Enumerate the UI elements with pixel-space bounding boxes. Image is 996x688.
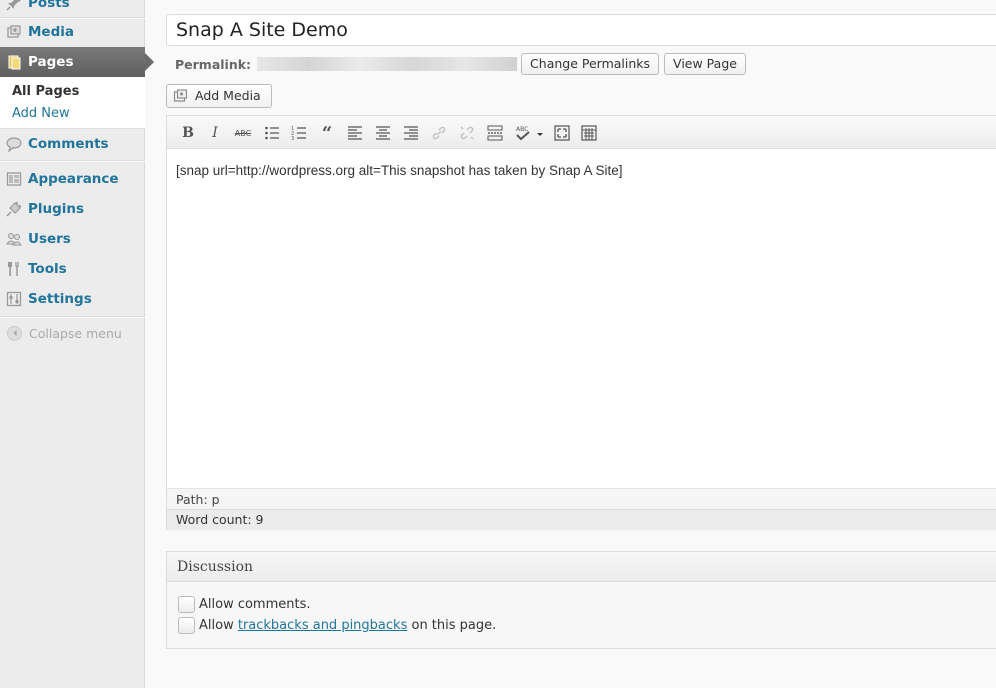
discussion-title[interactable]: Discussion	[167, 552, 996, 582]
collapse-menu[interactable]: Collapse menu	[0, 322, 145, 344]
editor-content[interactable]: [snap url=http://wordpress.org alt=This …	[176, 163, 623, 178]
add-media-button[interactable]: Add Media	[166, 84, 272, 108]
editor-toolbar: B I ABC 123 “ ABC	[167, 116, 996, 149]
view-page-button[interactable]: View Page	[664, 53, 746, 75]
submenu-add-new[interactable]: Add New	[12, 106, 70, 121]
appearance-icon	[6, 171, 22, 187]
svg-text:3: 3	[291, 136, 294, 141]
media-icon	[173, 88, 189, 104]
current-menu-arrow	[145, 53, 154, 71]
allow-pings-suffix: on this page.	[411, 618, 497, 633]
align-left-button[interactable]	[345, 123, 365, 143]
allow-comments-label: Allow comments.	[199, 597, 311, 612]
insert-more-icon[interactable]	[485, 123, 505, 143]
allow-comments-checkbox[interactable]	[178, 596, 195, 613]
menu-label: Plugins	[28, 201, 85, 217]
menu-posts[interactable]: Posts	[0, 0, 145, 18]
remove-link-icon[interactable]	[457, 123, 477, 143]
discussion-box: Discussion Allow comments. Allow trackba…	[166, 551, 996, 649]
media-icon	[6, 24, 22, 40]
menu-label: Tools	[28, 261, 67, 277]
bold-button[interactable]: B	[178, 123, 198, 143]
permalink-label: Permalink:	[175, 56, 252, 72]
main-content: Snap A Site Demo Permalink: Change Perma…	[166, 0, 996, 688]
menu-pages[interactable]: Pages	[0, 47, 154, 77]
users-icon	[6, 231, 22, 247]
menu-users[interactable]: Users	[0, 224, 145, 254]
menu-label: Media	[28, 24, 74, 40]
allow-pings-checkbox[interactable]	[178, 617, 195, 634]
collapse-label: Collapse menu	[29, 325, 122, 341]
submenu-all-pages[interactable]: All Pages	[12, 84, 79, 99]
permalink-url-redacted[interactable]	[257, 57, 518, 71]
allow-pings-prefix: Allow	[199, 618, 234, 633]
align-center-button[interactable]	[373, 123, 393, 143]
pages-icon	[6, 54, 22, 70]
blockquote-button[interactable]: “	[317, 123, 337, 144]
permalink-row: Permalink: Change Permalinks View Page	[175, 52, 746, 76]
strikethrough-button[interactable]: ABC	[233, 123, 253, 143]
menu-plugins[interactable]: Plugins	[0, 194, 145, 224]
allow-pings-row: Allow trackbacks and pingbacks on this p…	[178, 617, 496, 634]
spellcheck-icon[interactable]: ABC	[513, 123, 547, 143]
allow-comments-row: Allow comments.	[178, 596, 311, 613]
menu-tools[interactable]: Tools	[0, 254, 145, 284]
tinymce-editor: B I ABC 123 “ ABC [snap url=http://wordp…	[166, 115, 996, 530]
add-media-label: Add Media	[195, 88, 261, 103]
bullet-list-button[interactable]	[262, 123, 282, 143]
menu-divider	[0, 316, 145, 318]
italic-button[interactable]: I	[205, 123, 225, 143]
pin-icon	[6, 0, 22, 11]
menu-settings[interactable]: Settings	[0, 284, 145, 314]
menu-label: Pages	[28, 54, 74, 70]
menu-label: Settings	[28, 291, 92, 307]
change-permalinks-button[interactable]: Change Permalinks	[521, 53, 660, 75]
menu-media[interactable]: Media	[0, 17, 145, 47]
editor-path: Path: p	[167, 488, 996, 509]
trackbacks-link[interactable]: trackbacks and pingbacks	[238, 618, 408, 633]
align-right-button[interactable]	[401, 123, 421, 143]
tools-icon	[6, 261, 22, 277]
word-count: Word count: 9	[167, 509, 996, 530]
menu-comments[interactable]: Comments	[0, 129, 145, 159]
menu-label: Appearance	[28, 171, 119, 187]
numbered-list-button[interactable]: 123	[289, 123, 309, 143]
collapse-arrow-icon	[7, 325, 22, 341]
menu-divider	[0, 160, 145, 162]
admin-sidebar: Posts Media Pages All Pages Add New Comm…	[0, 0, 154, 688]
pages-submenu: All Pages Add New	[0, 77, 145, 129]
menu-label: Comments	[28, 136, 109, 152]
plugins-icon	[6, 201, 22, 217]
menu-appearance[interactable]: Appearance	[0, 164, 145, 194]
svg-text:ABC: ABC	[516, 126, 528, 133]
insert-link-icon[interactable]	[429, 123, 449, 143]
menu-label: Posts	[28, 0, 70, 11]
settings-icon	[6, 291, 22, 307]
comments-icon	[6, 136, 22, 152]
fullscreen-icon[interactable]	[552, 123, 572, 143]
page-title-input[interactable]: Snap A Site Demo	[166, 14, 996, 46]
toolbar-toggle-icon[interactable]	[579, 123, 599, 143]
menu-label: Users	[28, 231, 71, 247]
